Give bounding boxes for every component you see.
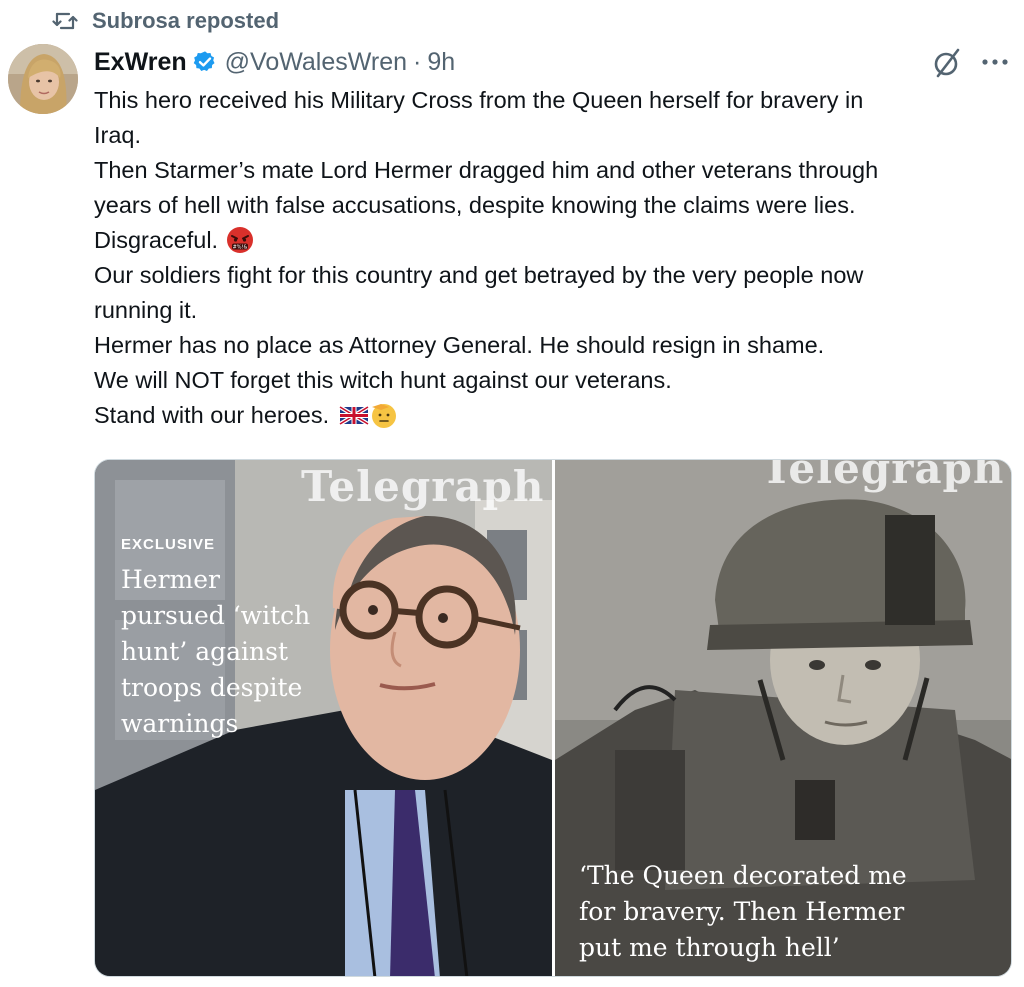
exclusive-label: EXCLUSIVE	[121, 536, 216, 553]
avatar[interactable]	[8, 44, 78, 114]
headline-line: warnings	[121, 709, 239, 738]
quote-line: put me through hell’	[579, 933, 840, 962]
telegraph-masthead: Telegraph	[761, 460, 1005, 493]
angry-cursing-face-emoji: #%!&	[227, 227, 254, 253]
repost-header[interactable]: Subrosa reposted	[52, 6, 279, 36]
author-handle[interactable]: @VoWalesWren	[225, 48, 407, 77]
tweet-line: This hero received his Military Cross fr…	[94, 87, 864, 113]
tweet-header: ExWren @VoWalesWren · 9h	[94, 44, 455, 80]
uk-flag-emoji	[339, 405, 370, 426]
media-image-left[interactable]: Telegraph EXCLUSIVE Hermer pursued ‘witc…	[95, 460, 552, 976]
tweet-line-text: Disgraceful.	[94, 227, 219, 253]
tweet-line: Then Starmer’s mate Lord Hermer dragged …	[94, 157, 879, 183]
verified-badge-icon	[193, 51, 215, 71]
quote-line: for bravery. Then Hermer	[579, 897, 905, 926]
tweet-line: running it.	[94, 297, 198, 323]
timestamp[interactable]: 9h	[427, 48, 455, 77]
tweet-line-with-emoji: Stand with our heroes.	[94, 398, 1010, 433]
tweet-media[interactable]: Telegraph EXCLUSIVE Hermer pursued ‘witc…	[94, 459, 1012, 977]
tweet-line: Our soldiers fight for this country and …	[94, 262, 864, 288]
author-name[interactable]: ExWren	[94, 48, 187, 77]
tweet-line-text: Stand with our heroes.	[94, 402, 330, 428]
headline-line: troops despite	[121, 673, 303, 702]
grok-icon[interactable]	[930, 46, 964, 80]
media-image-right[interactable]: Telegraph ‘The Queen decorated me for br…	[555, 460, 1011, 976]
headline-line: Hermer	[121, 565, 220, 594]
tweet-line-with-emoji: Disgraceful. #%!&	[94, 223, 1010, 258]
quote-line: ‘The Queen decorated me	[579, 861, 907, 890]
quote-caption: ‘The Queen decorated me for bravery. The…	[579, 858, 999, 966]
tweet-line: years of hell with false accusations, de…	[94, 192, 856, 218]
headline-line: pursued ‘witch	[121, 601, 311, 630]
avatar-image	[8, 44, 78, 114]
tweet-line: Iraq.	[94, 122, 142, 148]
article-headline: Hermer pursued ‘witch hunt’ against troo…	[121, 562, 351, 742]
separator-dot: ·	[413, 47, 422, 76]
tweet-line: We will NOT forget this witch hunt again…	[94, 367, 672, 393]
svg-text:#%!&: #%!&	[233, 245, 248, 251]
repost-icon	[52, 12, 78, 30]
tweet-text: This hero received his Military Cross fr…	[94, 83, 1010, 433]
more-icon[interactable]	[980, 52, 1010, 72]
telegraph-masthead: Telegraph	[301, 462, 545, 511]
repost-label: Subrosa reposted	[92, 8, 280, 33]
headline-line: hunt’ against	[121, 637, 289, 666]
saluting-face-emoji	[372, 404, 397, 428]
tweet-line: Hermer has no place as Attorney General.…	[94, 332, 825, 358]
